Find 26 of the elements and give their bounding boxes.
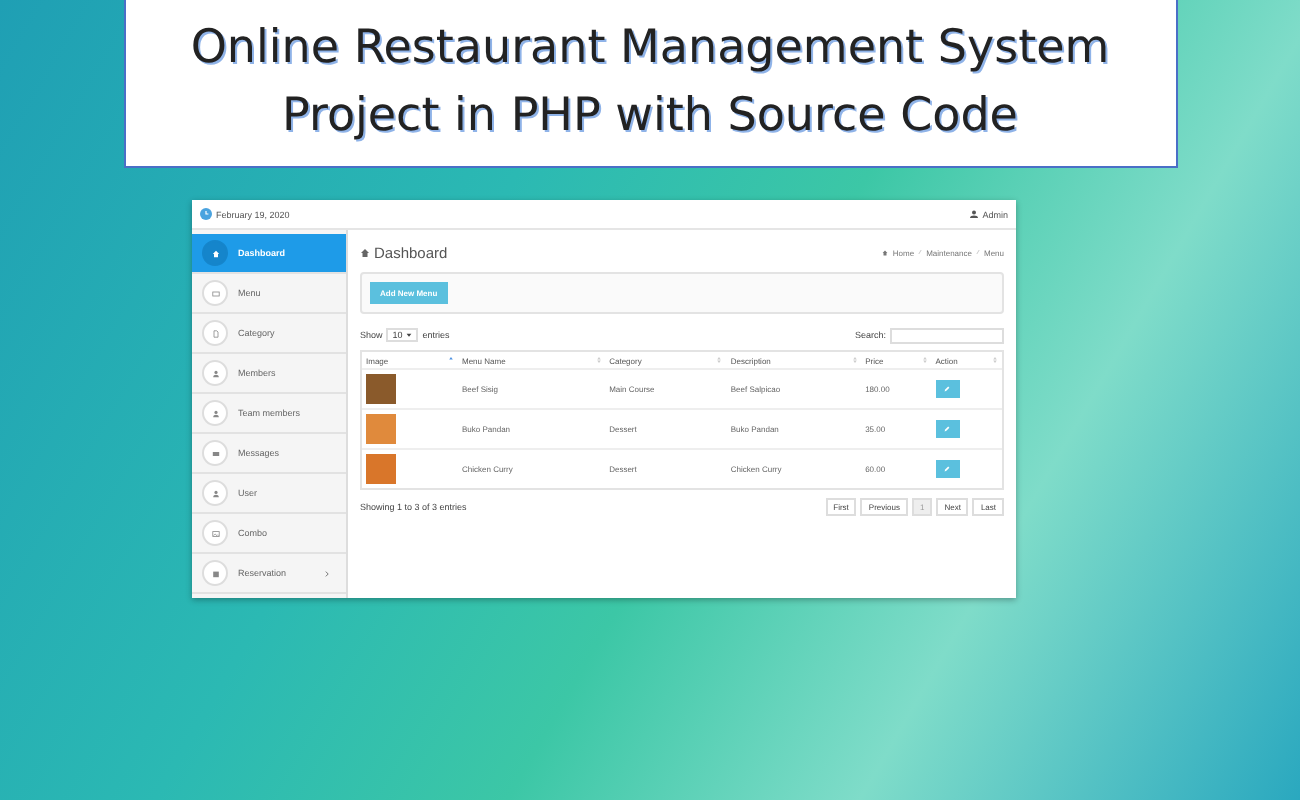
photo-placeholder xyxy=(366,374,396,404)
home-icon xyxy=(882,249,889,255)
photo-placeholder xyxy=(366,414,396,444)
envelope-icon xyxy=(211,449,219,457)
picture-icon xyxy=(211,529,219,537)
document-icon xyxy=(211,329,219,337)
person-icon xyxy=(211,369,219,377)
edit-button[interactable] xyxy=(935,460,960,478)
edit-button[interactable] xyxy=(935,380,960,398)
home-icon xyxy=(360,247,370,257)
person-icon xyxy=(211,409,219,417)
person-icon xyxy=(970,210,979,218)
home-icon xyxy=(211,249,219,257)
search-field[interactable] xyxy=(890,327,1004,343)
pencil-icon xyxy=(944,466,951,472)
clock-icon xyxy=(200,208,212,220)
calendar-icon xyxy=(211,569,219,577)
card-icon xyxy=(211,289,219,297)
photo-placeholder xyxy=(366,454,396,484)
person-icon xyxy=(211,489,219,497)
banner-title: Project in PHP with Source Code xyxy=(282,88,1018,146)
pencil-icon xyxy=(944,426,951,432)
banner-title: Online Restaurant Management System xyxy=(190,20,1110,78)
caret-icon xyxy=(406,332,413,338)
edit-button[interactable] xyxy=(935,420,960,438)
pencil-icon xyxy=(944,386,951,392)
